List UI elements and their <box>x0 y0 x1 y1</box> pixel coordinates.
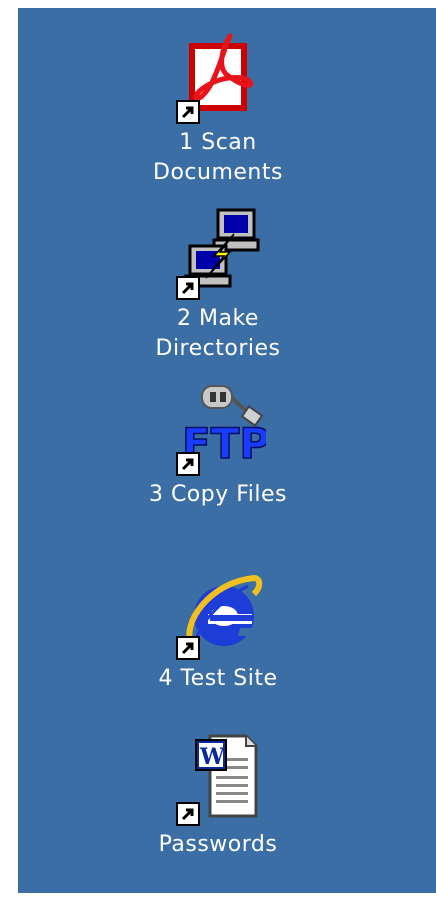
make-directories-shortcut[interactable]: 2 Make Directories <box>18 204 418 364</box>
test-site-shortcut[interactable]: 4 Test Site <box>18 564 418 694</box>
shortcut-arrow-icon <box>176 276 200 300</box>
icon-label-line1: 2 Make <box>177 306 259 331</box>
ftp-icon: FTP <box>170 380 266 476</box>
shortcut-arrow-icon <box>176 636 200 660</box>
internet-explorer-icon <box>170 564 266 660</box>
network-computers-icon <box>170 204 266 300</box>
acrobat-reader-icon <box>170 28 266 124</box>
shortcut-arrow-icon <box>176 452 200 476</box>
svg-text:W: W <box>199 744 225 770</box>
icon-label-line2: Documents <box>153 160 283 185</box>
icon-label: 4 Test Site <box>158 666 278 691</box>
desktop-background: 1 Scan Documents 2 Make Directories FTP … <box>18 8 436 893</box>
passwords-shortcut[interactable]: W Passwords <box>18 730 418 860</box>
icon-label-line2: Directories <box>155 336 281 361</box>
shortcut-arrow-icon <box>176 802 200 826</box>
icon-label: Passwords <box>158 832 278 857</box>
icon-label-line1: 1 Scan <box>179 130 257 155</box>
copy-files-shortcut[interactable]: FTP 3 Copy Files <box>18 380 418 510</box>
icon-label: 3 Copy Files <box>148 482 288 507</box>
word-document-icon: W <box>170 730 266 826</box>
shortcut-arrow-icon <box>176 100 200 124</box>
scan-documents-shortcut[interactable]: 1 Scan Documents <box>18 28 418 188</box>
